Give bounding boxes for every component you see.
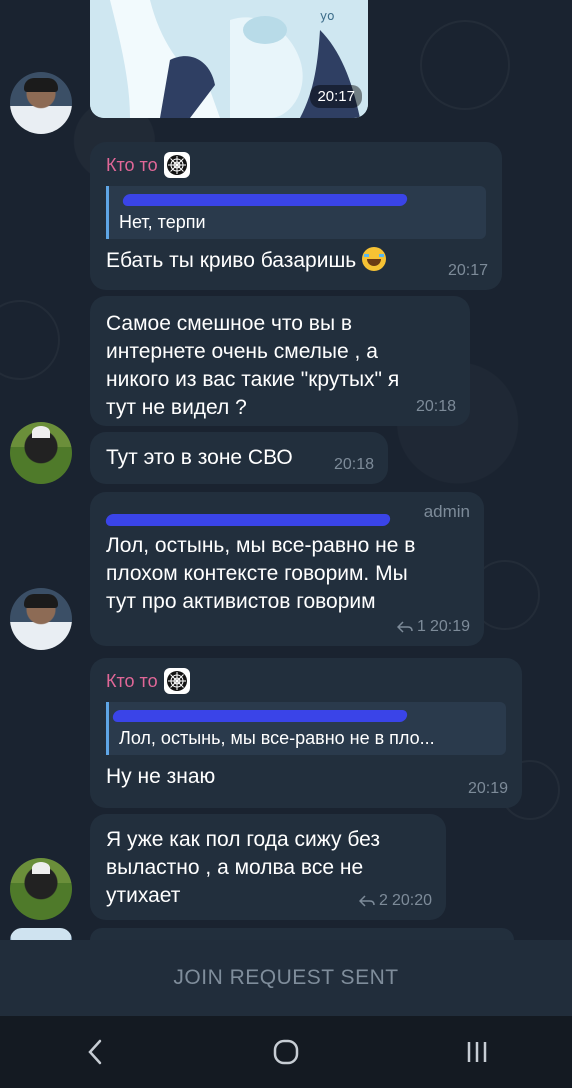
sender-name[interactable]: Кто то [106,152,486,178]
reply-count[interactable]: 2 [379,892,388,910]
message-bubble[interactable]: Кто то Нет, терпи Ебать ты криво базариш… [90,142,502,290]
system-nav-bar [0,1016,572,1088]
back-nav-icon [88,1039,102,1065]
svg-text:yo: yo [320,9,334,23]
reply-text: Нет, терпи [119,212,206,232]
message-time: 20:20 [391,892,432,909]
reply-quote[interactable]: Нет, терпи [106,186,486,239]
message-bubble[interactable]: Кто то Лол, остынь, мы все-равно не в пл… [90,658,522,808]
recents-nav-icon [467,1042,486,1062]
message-meta: 1 20:19 [397,618,470,636]
sender-name[interactable]: Кто то [106,668,506,694]
message-bubble[interactable]: Тут это в зоне СВО 20:18 [90,432,388,484]
message-line: тут про активистов говорим [106,590,376,613]
message-line: Я уже как пол года сижу без [106,828,380,851]
message-text-content: Ебать ты криво базаришь [106,249,357,272]
message-line: тут не видел ? [106,396,247,419]
avatar[interactable] [10,928,72,940]
message-time: 20:17 [447,262,488,279]
sender-name-label: Кто то [106,154,158,175]
message-line: интернете очень смелые , а [106,340,378,363]
message-text: Ебать ты криво базаришь [106,247,486,275]
message-time: 20:18 [415,398,456,415]
spider-web-badge-icon [163,152,190,178]
message-line: Лол, остынь, мы все-равно не в [106,534,416,557]
message-time: 20:17 [310,85,362,108]
back-nav-button[interactable] [65,1022,125,1082]
message-meta: 2 20:20 [359,892,432,910]
message-time: 20:19 [467,780,508,797]
avatar[interactable] [10,588,72,650]
reply-author-redacted [119,192,476,208]
message-time: 20:19 [429,618,470,635]
message-text: Лол, остынь, мы все-равно не в плохом ко… [106,532,468,616]
message-text: Самое смешное что вы в интернете очень с… [106,310,454,422]
home-nav-button[interactable] [256,1022,316,1082]
message-bubble[interactable]: admin Лол, остынь, мы все-равно не в пло… [90,492,484,646]
spider-web-badge-icon [163,668,190,694]
message-bubble[interactable]: Я уже как пол года сижу без выластно , а… [90,814,446,920]
reply-author-redacted [111,708,496,724]
reply-count[interactable]: 1 [417,618,426,636]
reply-text: Лол, остынь, мы все-равно не в пло... [119,728,435,748]
home-nav-icon [273,1039,299,1065]
join-request-button[interactable]: JOIN REQUEST SENT [173,966,398,990]
recents-nav-button[interactable] [447,1022,507,1082]
message-time: 20:18 [333,456,374,473]
message-line: выластно , а молва все не [106,856,364,879]
message-bubble[interactable]: Самое смешное что вы в интернете очень с… [90,296,470,426]
message-text: Тут это в зоне СВО [106,446,293,469]
message-bubble[interactable] [90,928,514,940]
redaction-scribble [111,710,409,722]
reply-quote[interactable]: Лол, остынь, мы все-равно не в пло... [106,702,506,755]
background-doodle [0,300,60,380]
redaction-scribble [104,514,392,526]
message-text: Ну не знаю [106,765,216,788]
redaction-scribble [121,194,409,206]
message-line: никого из вас такие "крутых" я [106,368,400,391]
laughing-emoji-icon [362,247,387,271]
avatar[interactable] [10,72,72,134]
message-line: Самое смешное что вы в [106,312,353,335]
background-doodle [420,20,510,110]
join-request-bar[interactable]: JOIN REQUEST SENT [0,940,572,1016]
sender-name-redacted [104,502,468,528]
avatar[interactable] [10,858,72,920]
sticker-message[interactable]: yo 20:17 [90,0,368,118]
admin-tag: admin [423,502,470,521]
reply-arrow-icon [397,621,413,633]
reply-arrow-icon [359,895,375,907]
sender-name-label: Кто то [106,670,158,691]
avatar[interactable] [10,422,72,484]
message-line: плохом контексте говорим. Мы [106,562,408,585]
